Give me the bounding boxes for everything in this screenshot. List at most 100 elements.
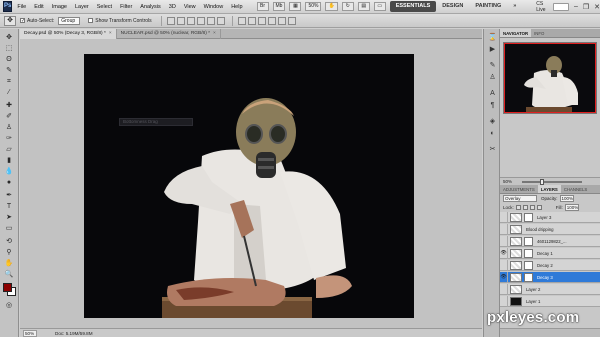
history-panel-icon[interactable]: ⌛: [487, 33, 498, 43]
layer-mask-thumbnail[interactable]: [524, 236, 533, 246]
menu-analysis[interactable]: Analysis: [140, 4, 160, 10]
tab-info[interactable]: INFO: [531, 29, 547, 37]
distribute-bottom-icon[interactable]: [257, 16, 266, 25]
tab-decay[interactable]: Decay.psd @ 50% (Decay 3, RGB/8) * ×: [20, 29, 117, 39]
history-brush-tool-icon[interactable]: ✑: [3, 134, 15, 143]
lock-position-icon[interactable]: [529, 205, 535, 210]
marquee-tool-icon[interactable]: ⬚: [3, 44, 15, 53]
layer-mask-thumbnail[interactable]: [524, 272, 533, 282]
mini-bridge-button[interactable]: Mb: [272, 2, 286, 11]
slider-knob[interactable]: [540, 178, 545, 185]
menu-select[interactable]: Select: [97, 4, 112, 10]
zoom-tool-icon[interactable]: 🔍: [3, 270, 15, 279]
layer-mask-thumbnail[interactable]: [524, 248, 533, 258]
workspace-essentials[interactable]: ESSENTIALS: [389, 1, 437, 12]
arrange-documents-button[interactable]: ▤: [357, 2, 370, 11]
navigator-preview[interactable]: [503, 42, 597, 114]
tab-nuclear[interactable]: NUCLEAR.psd @ 50% (nuclear, RGB/8) * ×: [117, 29, 221, 39]
workspace-design[interactable]: DESIGN: [436, 1, 469, 12]
character-panel-icon[interactable]: A: [487, 89, 498, 99]
quick-mask-icon[interactable]: ◎: [3, 301, 15, 310]
bridge-button[interactable]: Br: [256, 2, 269, 11]
navigator-zoom-slider[interactable]: [522, 178, 583, 185]
auto-select-checkbox[interactable]: ✓: [20, 18, 25, 24]
layer-row[interactable]: Decay 2: [500, 259, 600, 271]
layer-thumbnail[interactable]: [510, 272, 522, 282]
visibility-eye-icon[interactable]: [500, 211, 508, 223]
align-right-icon[interactable]: [216, 16, 225, 25]
close-icon[interactable]: ✕: [594, 3, 600, 11]
gradient-tool-icon[interactable]: ▮: [3, 156, 15, 165]
close-tab-icon[interactable]: ×: [213, 31, 216, 36]
quick-selection-tool-icon[interactable]: ✎: [3, 66, 15, 75]
align-bottom-icon[interactable]: [186, 16, 195, 25]
navigator-view-box[interactable]: [504, 43, 596, 113]
visibility-eye-icon[interactable]: [500, 235, 508, 247]
hand-tool-icon[interactable]: ✋: [3, 259, 15, 268]
layer-row[interactable]: 4601129822_...: [500, 235, 600, 247]
visibility-eye-icon[interactable]: 👁: [500, 247, 508, 259]
layer-row[interactable]: Layer 3: [500, 211, 600, 223]
distribute-center-icon[interactable]: [277, 16, 286, 25]
actions-panel-icon[interactable]: ▶: [487, 45, 498, 55]
menu-3d[interactable]: 3D: [169, 4, 176, 10]
foreground-color-swatch[interactable]: [3, 283, 12, 292]
visibility-eye-icon[interactable]: [500, 283, 508, 295]
lasso-tool-icon[interactable]: ʘ: [3, 55, 15, 64]
align-top-icon[interactable]: [166, 16, 175, 25]
align-center-icon[interactable]: [206, 16, 215, 25]
clone-stamp-tool-icon[interactable]: ♙: [3, 123, 15, 132]
distribute-left-icon[interactable]: [267, 16, 276, 25]
layer-thumbnail[interactable]: [510, 224, 522, 234]
fill-field[interactable]: 100%: [564, 204, 579, 211]
menu-filter[interactable]: Filter: [120, 4, 132, 10]
pen-tool-icon[interactable]: ✒: [3, 191, 15, 200]
tool-presets-panel-icon[interactable]: ✂: [487, 145, 498, 155]
layer-mask-thumbnail[interactable]: [524, 260, 533, 270]
clone-source-panel-icon[interactable]: ♙: [487, 73, 498, 83]
eraser-tool-icon[interactable]: ▱: [3, 145, 15, 154]
minimize-icon[interactable]: –: [574, 3, 578, 10]
hand-tool-button[interactable]: ✋: [325, 2, 338, 11]
visibility-eye-icon[interactable]: [500, 259, 508, 271]
menu-edit[interactable]: Edit: [34, 4, 43, 10]
type-tool-icon[interactable]: T: [3, 202, 15, 211]
align-left-icon[interactable]: [196, 16, 205, 25]
3d-camera-tool-icon[interactable]: ⚲: [3, 248, 15, 257]
3d-panel-icon[interactable]: ◈: [487, 117, 498, 127]
tab-channels[interactable]: CHANNELS: [561, 185, 590, 193]
masks-panel-icon[interactable]: ◐: [487, 129, 498, 139]
layer-thumbnail[interactable]: [510, 296, 522, 306]
document-size-info[interactable]: Doc: 5.19M/59.8M: [55, 331, 93, 336]
tab-layers[interactable]: LAYERS: [537, 185, 561, 193]
move-tool-preset-icon[interactable]: ✥: [4, 15, 16, 26]
lock-transparency-icon[interactable]: [515, 205, 521, 210]
menu-window[interactable]: Window: [204, 4, 224, 10]
move-tool-icon[interactable]: ✥: [3, 33, 15, 42]
rotate-view-button[interactable]: ↻: [341, 2, 354, 11]
crop-tool-icon[interactable]: ⌗: [3, 77, 15, 86]
close-tab-icon[interactable]: ×: [109, 31, 112, 36]
auto-select-dropdown[interactable]: Group: [58, 16, 81, 25]
distribute-top-icon[interactable]: [237, 16, 246, 25]
screen-mode-button[interactable]: ▭: [373, 2, 386, 11]
dodge-tool-icon[interactable]: ●: [3, 178, 15, 187]
align-middle-icon[interactable]: [176, 16, 185, 25]
tab-adjustments[interactable]: ADJUSTMENTS: [500, 185, 538, 193]
menu-file[interactable]: File: [17, 4, 26, 10]
layer-thumbnail[interactable]: [510, 260, 522, 270]
zoom-level-select[interactable]: 50%: [305, 2, 322, 11]
layer-row[interactable]: Blood dripping: [500, 223, 600, 235]
show-transform-checkbox[interactable]: [88, 18, 94, 23]
menu-help[interactable]: Help: [231, 4, 242, 10]
brush-panel-icon[interactable]: ✎: [487, 61, 498, 71]
status-zoom-field[interactable]: 50%: [23, 329, 37, 337]
layer-row[interactable]: Layer 1: [500, 295, 600, 307]
workspace-painting[interactable]: PAINTING: [469, 1, 507, 12]
paragraph-panel-icon[interactable]: ¶: [487, 101, 498, 111]
layer-row[interactable]: 👁 Decay 3: [500, 271, 600, 283]
menu-image[interactable]: Image: [52, 4, 67, 10]
workspace-more[interactable]: »: [507, 1, 522, 12]
distribute-middle-icon[interactable]: [247, 16, 256, 25]
cs-live-button[interactable]: CS Live: [536, 1, 546, 13]
